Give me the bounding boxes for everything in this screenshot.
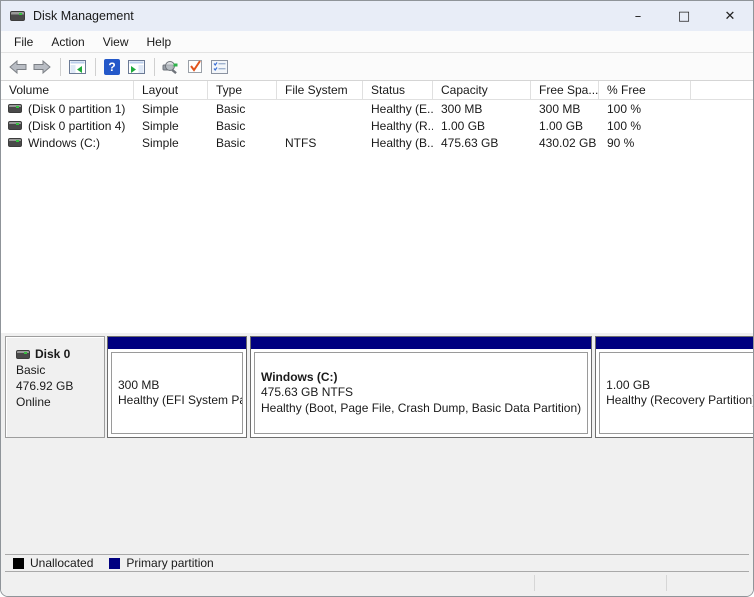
volume-drive-icon xyxy=(8,104,22,113)
column-header-file-system[interactable]: File System xyxy=(277,81,363,99)
disk-0-size: 476.92 GB xyxy=(16,379,74,393)
layout-cell: Simple xyxy=(142,101,179,116)
volume-name: (Disk 0 partition 1) xyxy=(28,101,126,116)
check-status-icon[interactable] xyxy=(184,56,206,78)
pct-free-cell: 100 % xyxy=(607,101,642,116)
close-button[interactable]: ✕ xyxy=(707,1,753,31)
toolbar-separator xyxy=(95,57,96,76)
partition-status: Healthy (Recovery Partition) xyxy=(606,393,754,407)
partition-size: 1.00 GB xyxy=(606,377,651,392)
menu-view[interactable]: View xyxy=(94,33,138,51)
toolbar-separator xyxy=(154,57,155,76)
pct-free-cell: 100 % xyxy=(607,118,642,133)
properties-list-icon[interactable] xyxy=(208,56,230,78)
toolbar-separator xyxy=(60,57,61,76)
partition-color-band xyxy=(251,337,592,349)
layout-cell: Simple xyxy=(142,118,179,133)
type-cell: Basic xyxy=(216,118,246,133)
partition-legend: Unallocated Primary partition xyxy=(5,554,749,572)
column-header-layout[interactable]: Layout xyxy=(134,81,208,99)
back-icon[interactable] xyxy=(7,56,29,78)
type-cell: Basic xyxy=(216,101,246,116)
table-row[interactable]: Windows (C:) Simple Basic NTFS Healthy (… xyxy=(1,134,753,151)
free-space-cell: 1.00 GB xyxy=(539,118,584,133)
unallocated-swatch xyxy=(13,557,24,569)
volume-drive-icon xyxy=(8,121,22,130)
pct-free-cell: 90 % xyxy=(607,135,635,150)
status-bar xyxy=(1,572,753,596)
partition-status: Healthy (EFI System Parti xyxy=(118,393,243,407)
status-cell: Healthy (R... xyxy=(371,118,433,133)
capacity-cell: 475.63 GB xyxy=(441,135,499,150)
capacity-cell: 1.00 GB xyxy=(441,118,486,133)
capacity-cell: 300 MB xyxy=(441,101,483,116)
menu-help[interactable]: Help xyxy=(138,33,181,51)
column-header-pct-free[interactable]: % Free xyxy=(599,81,691,99)
status-cell: Healthy (E... xyxy=(371,101,433,116)
column-header-empty xyxy=(691,81,753,99)
partition-size: 475.63 GB NTFS xyxy=(261,385,354,400)
column-header-type[interactable]: Type xyxy=(208,81,277,99)
status-bar-separator xyxy=(666,575,667,591)
rescan-disks-icon[interactable] xyxy=(160,56,182,78)
show-console-tree-icon[interactable] xyxy=(66,56,88,78)
disk-0-label: Disk 0 xyxy=(35,347,71,361)
window-title: Disk Management xyxy=(33,9,134,23)
volume-name-cell: (Disk 0 partition 4) xyxy=(1,119,134,133)
layout-cell: Simple xyxy=(142,135,179,150)
volume-list-pane: Volume Layout Type File System Status Ca… xyxy=(1,81,753,333)
disk-0-row: Disk 0 Basic 476.92 GB Online 300 MB Hea… xyxy=(5,336,753,438)
disk-management-app-icon xyxy=(10,11,25,21)
menu-bar: File Action View Help xyxy=(1,31,753,53)
partition-efi-system[interactable]: 300 MB Healthy (EFI System Parti xyxy=(107,336,247,438)
window-controls: – □ ✕ xyxy=(615,1,753,31)
file-system-cell: NTFS xyxy=(285,135,317,150)
free-space-cell: 300 MB xyxy=(539,101,581,116)
primary-partition-label: Primary partition xyxy=(126,556,214,570)
status-cell: Healthy (B... xyxy=(371,135,433,150)
volume-drive-icon xyxy=(8,138,22,147)
primary-partition-swatch xyxy=(109,557,121,569)
menu-file[interactable]: File xyxy=(5,33,42,51)
column-header-free-space[interactable]: Free Spa... xyxy=(531,81,599,99)
column-header-capacity[interactable]: Capacity xyxy=(433,81,531,99)
disk-0-icon xyxy=(16,349,30,359)
help-icon[interactable]: ? xyxy=(101,56,123,78)
title-bar: Disk Management – □ ✕ xyxy=(1,1,753,31)
menu-action[interactable]: Action xyxy=(42,33,93,51)
disk-management-window: Disk Management – □ ✕ File Action View H… xyxy=(0,0,754,597)
partition-status: Healthy (Boot, Page File, Crash Dump, Ba… xyxy=(261,400,582,415)
type-cell: Basic xyxy=(216,135,246,150)
column-header-volume[interactable]: Volume xyxy=(1,81,134,99)
volume-name-cell: Windows (C:) xyxy=(1,136,134,150)
volume-name-cell: (Disk 0 partition 1) xyxy=(1,102,134,116)
volume-name: (Disk 0 partition 4) xyxy=(28,118,126,133)
disk-0-status: Online xyxy=(16,395,51,409)
toolbar: ? xyxy=(1,53,753,81)
partition-size: 300 MB xyxy=(118,377,160,392)
minimize-button[interactable]: – xyxy=(615,1,661,31)
partition-title: Windows (C:) xyxy=(261,369,338,384)
table-row[interactable]: (Disk 0 partition 1) Simple Basic Health… xyxy=(1,100,753,117)
maximize-button[interactable]: □ xyxy=(661,1,707,31)
forward-icon[interactable] xyxy=(31,56,53,78)
table-row[interactable]: (Disk 0 partition 4) Simple Basic Health… xyxy=(1,117,753,134)
disk-0-header-panel[interactable]: Disk 0 Basic 476.92 GB Online xyxy=(5,336,105,438)
volume-table-header: Volume Layout Type File System Status Ca… xyxy=(1,81,753,100)
disk-0-type: Basic xyxy=(16,363,46,377)
unallocated-label: Unallocated xyxy=(30,556,94,570)
partition-windows-c[interactable]: Windows (C:) 475.63 GB NTFS Healthy (Boo… xyxy=(250,336,593,438)
column-header-status[interactable]: Status xyxy=(363,81,433,99)
partition-recovery[interactable]: 1.00 GB Healthy (Recovery Partition) xyxy=(595,336,754,438)
free-space-cell: 430.02 GB xyxy=(539,135,597,150)
status-bar-separator xyxy=(534,575,535,591)
graphical-view-pane: Disk 0 Basic 476.92 GB Online 300 MB Hea… xyxy=(1,333,753,572)
partitions-strip: 300 MB Healthy (EFI System Parti Windows… xyxy=(107,336,754,438)
partition-color-band xyxy=(596,337,753,349)
partition-color-band xyxy=(108,337,246,349)
volume-name: Windows (C:) xyxy=(28,135,101,150)
show-action-pane-icon[interactable] xyxy=(125,56,147,78)
